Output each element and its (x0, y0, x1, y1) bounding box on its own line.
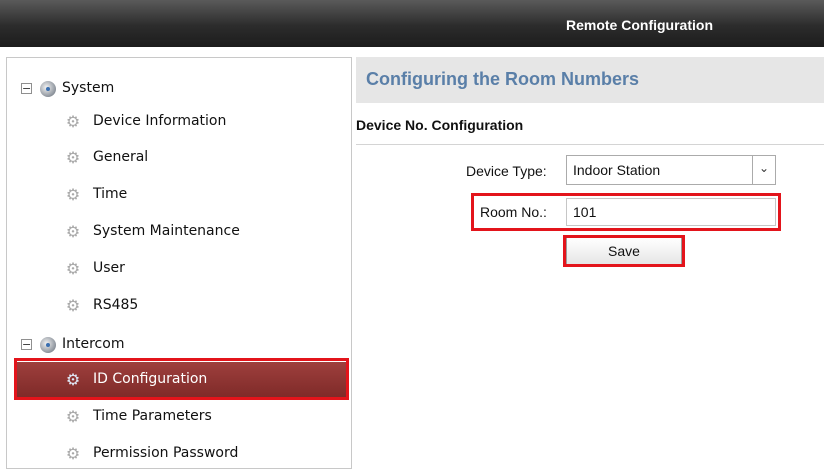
page-header: Configuring the Room Numbers (356, 57, 824, 103)
collapse-toggle-icon[interactable]: − (21, 83, 32, 94)
gear-icon: ⚙ (65, 148, 81, 167)
device-type-label: Device Type: (466, 163, 547, 179)
collapse-toggle-icon[interactable]: − (21, 339, 32, 350)
gear-icon: ⚙ (65, 259, 81, 278)
tree-item-system-maintenance[interactable]: ⚙ System Maintenance (7, 214, 351, 250)
tree-item-label: Time (93, 186, 128, 202)
tree-group-label: System (62, 80, 115, 96)
section-divider (356, 144, 824, 145)
system-group-icon (40, 81, 56, 97)
gear-icon: ⚙ (65, 222, 81, 241)
gear-icon: ⚙ (65, 112, 81, 131)
tree-group-intercom[interactable]: − Intercom (7, 326, 351, 362)
tree-item-label: Permission Password (93, 445, 239, 461)
page-title: Configuring the Room Numbers (366, 69, 639, 89)
tree-item-label: Time Parameters (93, 408, 212, 424)
room-no-input[interactable]: 101 (566, 198, 776, 226)
tree-item-label: RS485 (93, 297, 139, 313)
device-type-value: Indoor Station (573, 162, 661, 178)
tree-item-user[interactable]: ⚙ User (7, 251, 351, 287)
chevron-down-icon: ⌄ (759, 161, 770, 175)
tree-item-label: System Maintenance (93, 223, 240, 239)
gear-icon: ⚙ (65, 185, 81, 204)
tree-item-label: User (93, 260, 125, 276)
window-title: Remote Configuration (566, 17, 713, 33)
tree-item-id-configuration[interactable]: ⚙ ID Configuration (16, 362, 346, 398)
device-type-select[interactable]: Indoor Station ⌄ (566, 155, 776, 185)
navigation-tree: − System ⚙ Device Information ⚙ General … (6, 57, 352, 469)
dropdown-button[interactable]: ⌄ (752, 156, 775, 184)
tree-item-label: ID Configuration (93, 371, 208, 387)
save-button[interactable]: Save (566, 237, 682, 265)
intercom-group-icon (40, 337, 56, 353)
tree-item-device-information[interactable]: ⚙ Device Information (7, 104, 351, 140)
tree-item-permission-password[interactable]: ⚙ Permission Password (7, 436, 351, 472)
gear-icon: ⚙ (65, 370, 81, 389)
tree-item-time[interactable]: ⚙ Time (7, 177, 351, 213)
gear-icon: ⚙ (65, 444, 81, 463)
gear-icon: ⚙ (65, 407, 81, 426)
tree-item-time-parameters[interactable]: ⚙ Time Parameters (7, 399, 351, 435)
tree-group-system[interactable]: − System (7, 70, 351, 106)
tree-group-label: Intercom (62, 336, 125, 352)
section-title: Device No. Configuration (356, 117, 524, 133)
tree-item-rs485[interactable]: ⚙ RS485 (7, 288, 351, 324)
tree-item-general[interactable]: ⚙ General (7, 140, 351, 176)
tree-item-label: General (93, 149, 149, 165)
gear-icon: ⚙ (65, 296, 81, 315)
window-titlebar: Remote Configuration (0, 0, 824, 47)
tree-item-label: Device Information (93, 113, 227, 129)
room-no-value: 101 (573, 204, 597, 220)
room-no-label: Room No.: (480, 204, 547, 220)
